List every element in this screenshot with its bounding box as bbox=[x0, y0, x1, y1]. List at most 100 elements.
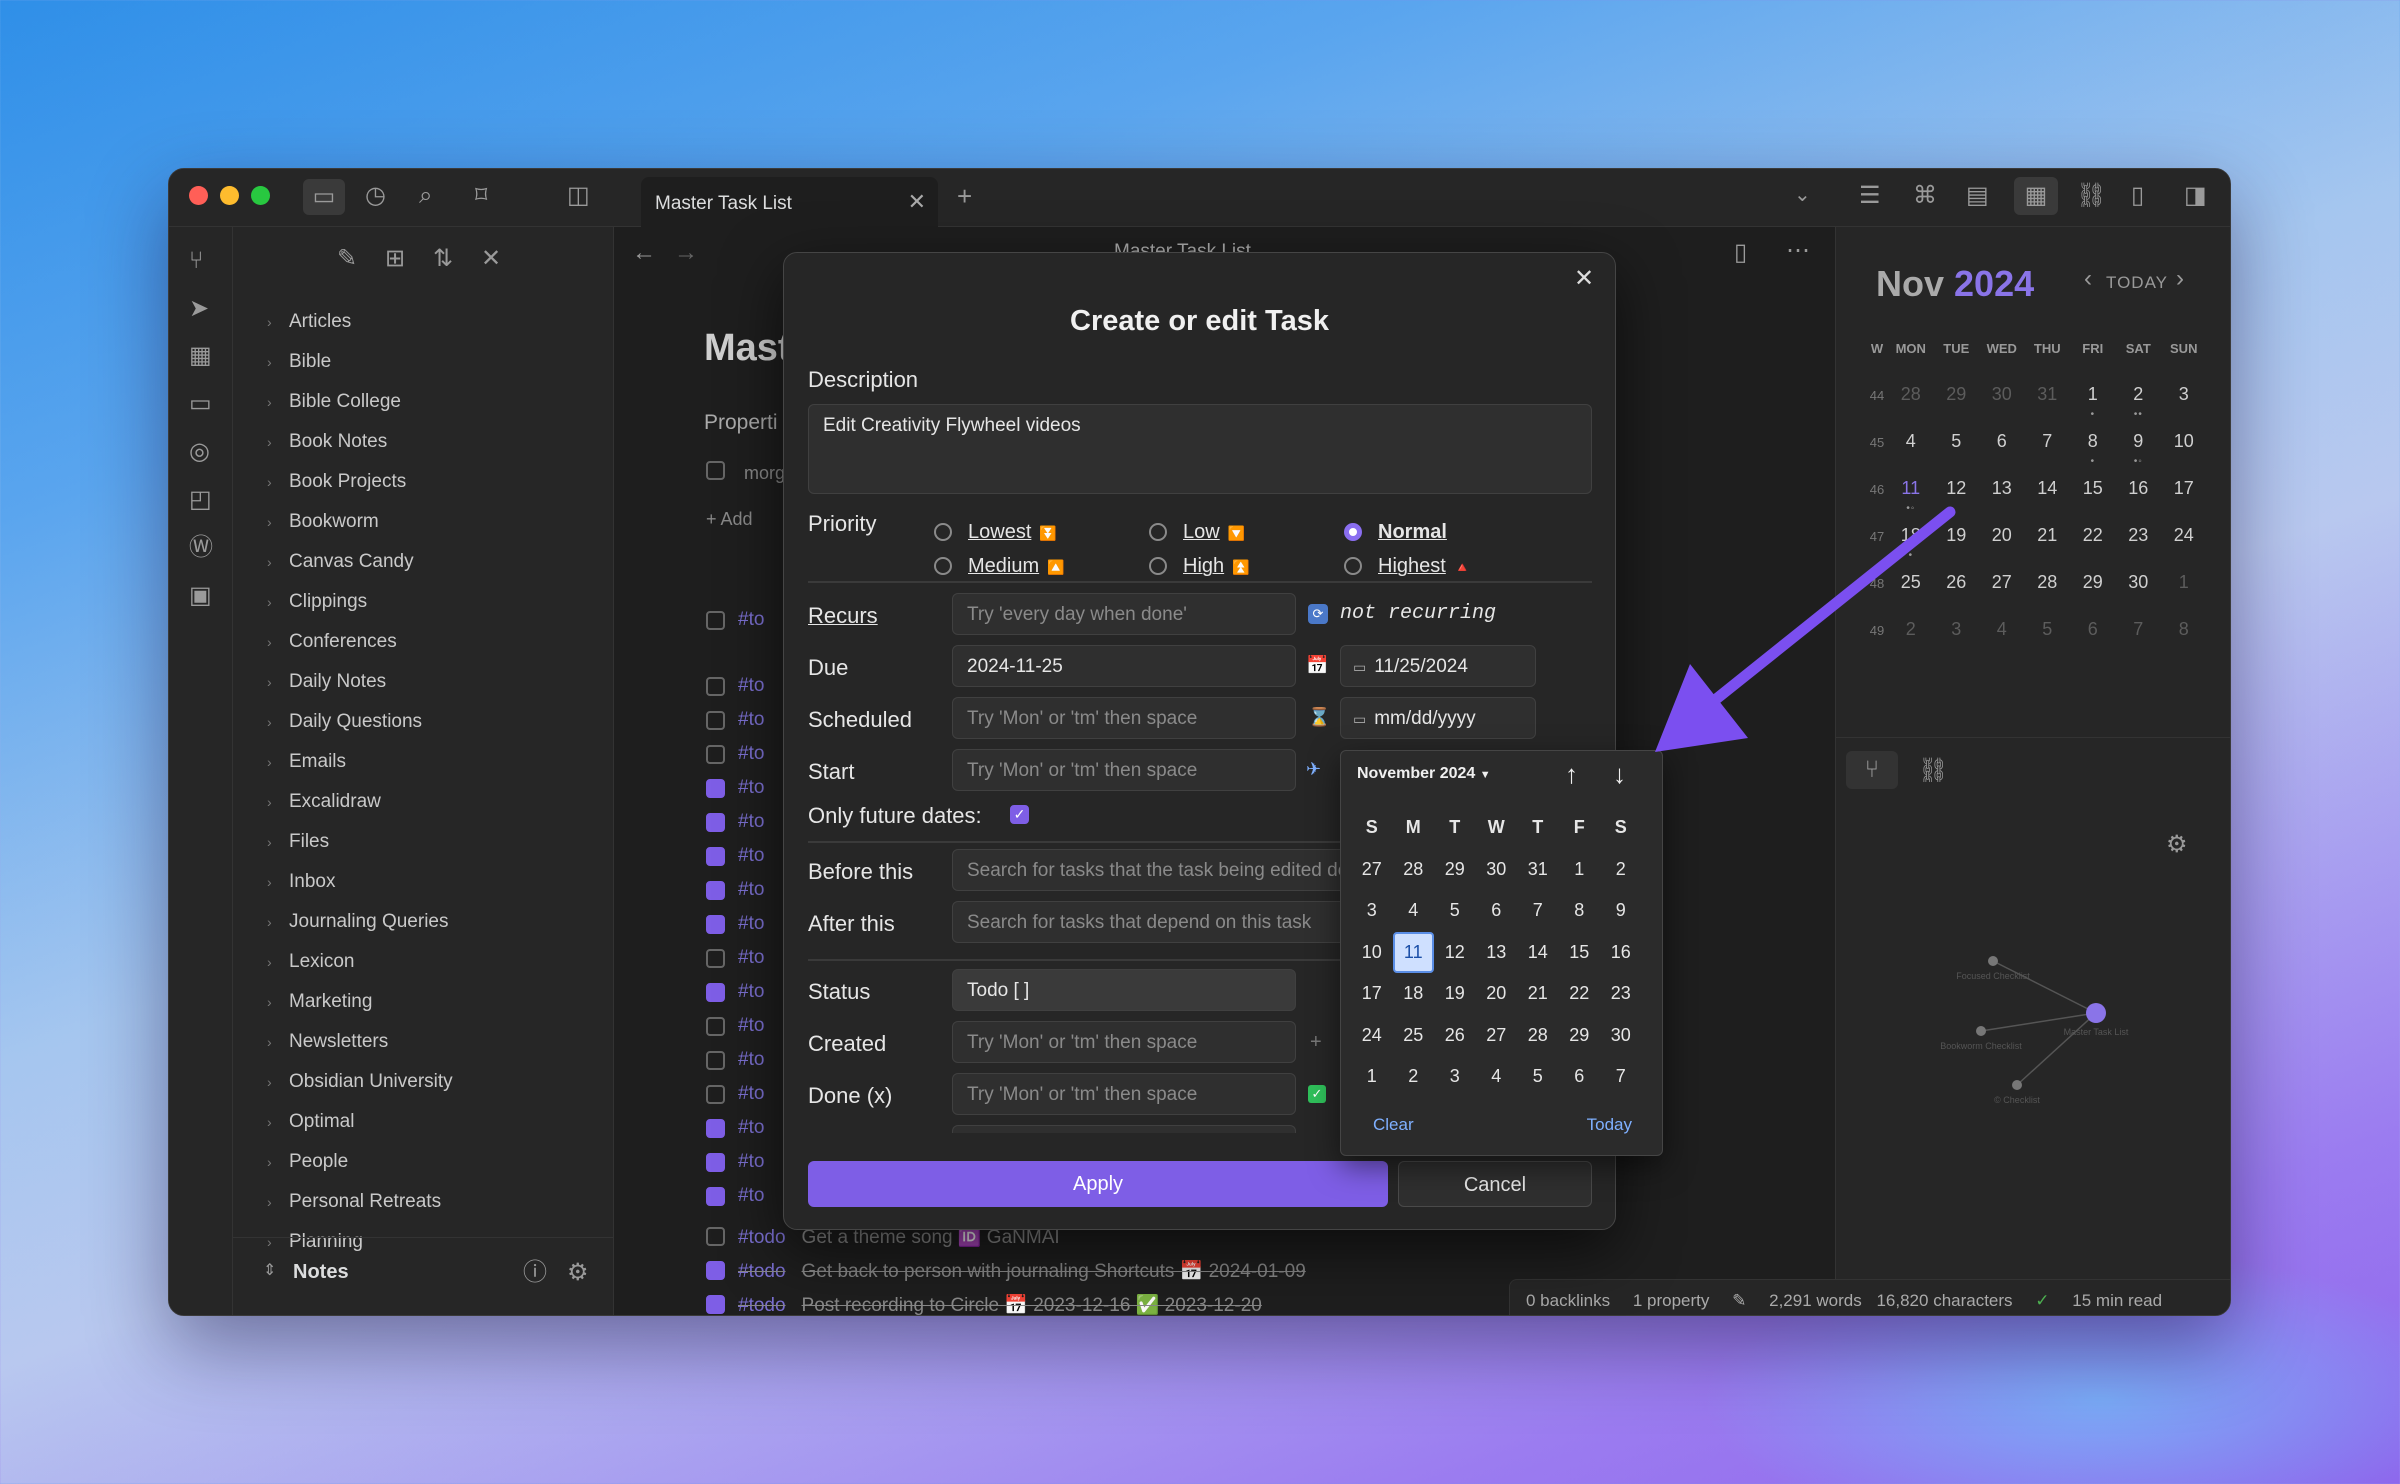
date-cell[interactable]: 18 bbox=[1393, 973, 1435, 1015]
date-cell[interactable]: 23 bbox=[1600, 973, 1642, 1015]
task-tag[interactable]: #to bbox=[738, 811, 764, 833]
date-cell[interactable]: 11 bbox=[1392, 931, 1434, 973]
calendar-day[interactable]: 2 •• bbox=[2116, 374, 2162, 421]
calendar-day[interactable]: 29 bbox=[1934, 374, 1980, 421]
folder-item[interactable]: › Marketing bbox=[267, 991, 372, 1013]
priority-radio-high[interactable] bbox=[1149, 557, 1167, 575]
tab-master-task-list[interactable]: Master Task List ✕ bbox=[641, 177, 938, 227]
date-cell[interactable]: 10 bbox=[1351, 932, 1393, 974]
priority-option-label[interactable]: Lowest ⏬ bbox=[968, 521, 1057, 544]
task-tag[interactable]: #to bbox=[738, 913, 764, 935]
calendar-day[interactable]: 24 bbox=[2161, 515, 2207, 562]
scheduled-date-picker-field[interactable]: ▭ mm/dd/yyyy bbox=[1340, 697, 1536, 739]
date-cell[interactable]: 13 bbox=[1476, 932, 1518, 974]
task-tag[interactable]: #to bbox=[738, 709, 764, 731]
sync-check-icon[interactable]: ✓ bbox=[2035, 1291, 2049, 1310]
priority-option-label[interactable]: Low 🔽 bbox=[1183, 521, 1245, 544]
calendar-day[interactable]: 6 bbox=[2070, 609, 2116, 656]
calendar-day[interactable]: 8 bbox=[2161, 609, 2207, 656]
calendar-day[interactable]: 3 bbox=[2161, 374, 2207, 421]
calendar-day[interactable]: 4 bbox=[1888, 421, 1934, 468]
calendar-day[interactable]: 17 bbox=[2161, 468, 2207, 515]
calendar-day[interactable]: 13 bbox=[1979, 468, 2025, 515]
task-tag[interactable]: #to bbox=[738, 1151, 764, 1173]
folder-item[interactable]: › Obsidian University bbox=[267, 1071, 453, 1093]
close-window-button[interactable] bbox=[189, 186, 208, 205]
task-tag[interactable]: #todo bbox=[738, 1295, 786, 1315]
week-number[interactable]: 49 bbox=[1866, 609, 1888, 656]
date-cell[interactable]: 16 bbox=[1600, 932, 1642, 974]
task-checkbox[interactable] bbox=[706, 1227, 725, 1246]
today-button[interactable]: TODAY bbox=[2106, 273, 2168, 293]
folder-item[interactable]: › Excalidraw bbox=[267, 791, 381, 813]
date-cell[interactable]: 27 bbox=[1351, 849, 1393, 891]
date-cell[interactable]: 4 bbox=[1476, 1056, 1518, 1098]
graph-node[interactable] bbox=[1988, 956, 1998, 966]
date-cell[interactable]: 30 bbox=[1476, 849, 1518, 891]
book-icon[interactable]: ▭ bbox=[189, 392, 212, 416]
task-checkbox[interactable] bbox=[706, 813, 725, 832]
calendar-day[interactable]: 20 bbox=[1979, 515, 2025, 562]
folder-item[interactable]: › Inbox bbox=[267, 871, 335, 893]
task-checkbox[interactable] bbox=[706, 1119, 725, 1138]
sort-icon[interactable]: ⇅ bbox=[433, 247, 453, 271]
date-cell[interactable]: 15 bbox=[1559, 932, 1601, 974]
date-cell[interactable]: 4 bbox=[1393, 890, 1435, 932]
prev-month-icon[interactable]: ‹ bbox=[2084, 267, 2092, 291]
task-checkbox[interactable] bbox=[706, 779, 725, 798]
calendar-day[interactable]: 28 bbox=[1888, 374, 1934, 421]
daily-note-icon[interactable]: ▣ bbox=[189, 584, 212, 608]
task-checkbox[interactable] bbox=[706, 745, 725, 764]
date-cell[interactable]: 6 bbox=[1476, 890, 1518, 932]
task-tag[interactable]: #to bbox=[738, 981, 764, 1003]
calendar-day[interactable]: 16 bbox=[2116, 468, 2162, 515]
priority-option-label[interactable]: Medium 🔼 bbox=[968, 555, 1065, 578]
status-select[interactable]: Todo [ ] bbox=[952, 969, 1296, 1011]
date-cell[interactable]: 26 bbox=[1434, 1015, 1476, 1057]
date-cell[interactable]: 29 bbox=[1559, 1015, 1601, 1057]
date-cell[interactable]: 7 bbox=[1600, 1056, 1642, 1098]
dashboard-icon[interactable]: ▦ bbox=[189, 344, 212, 368]
done-input[interactable]: Try 'Mon' or 'tm' then space bbox=[952, 1073, 1296, 1115]
date-cell[interactable]: 22 bbox=[1559, 973, 1601, 1015]
task-tag[interactable]: #to bbox=[738, 1185, 764, 1207]
settings-icon[interactable]: ⚙ bbox=[567, 1261, 589, 1285]
graph-view-icon[interactable]: ⑂ bbox=[1846, 751, 1898, 789]
calendar-day[interactable]: 8 • bbox=[2070, 421, 2116, 468]
new-folder-icon[interactable]: ⊞ bbox=[385, 247, 405, 271]
task-checkbox[interactable] bbox=[706, 1187, 725, 1206]
vault-switch-icon[interactable]: ⇕ bbox=[263, 1263, 276, 1279]
due-date-picker-field[interactable]: ▭ 11/25/2024 bbox=[1340, 645, 1536, 687]
priority-radio-highest[interactable] bbox=[1344, 557, 1362, 575]
previous-month-arrow-icon[interactable]: ↑ bbox=[1565, 761, 1578, 787]
task-checkbox[interactable] bbox=[706, 611, 725, 630]
date-cell[interactable]: 27 bbox=[1476, 1015, 1518, 1057]
task-row[interactable]: #todo Post recording to Circle 📅 2023-12-… bbox=[738, 1293, 1262, 1315]
more-options-icon[interactable]: ⋯ bbox=[1786, 239, 1810, 263]
task-checkbox[interactable] bbox=[706, 915, 725, 934]
minimize-window-button[interactable] bbox=[220, 186, 239, 205]
task-tag[interactable]: #todo bbox=[738, 1261, 786, 1282]
send-icon[interactable]: ➤ bbox=[189, 297, 209, 321]
calendar-day[interactable]: 1 • bbox=[2070, 374, 2116, 421]
folder-item[interactable]: › Emails bbox=[267, 751, 346, 773]
task-checkbox[interactable] bbox=[706, 711, 725, 730]
folder-item[interactable]: › Optimal bbox=[267, 1111, 354, 1133]
task-checkbox[interactable] bbox=[706, 983, 725, 1002]
date-cell[interactable]: 5 bbox=[1434, 890, 1476, 932]
future-dates-checkbox[interactable]: ✓ bbox=[1010, 805, 1029, 824]
folder-item[interactable]: › Daily Questions bbox=[267, 711, 422, 733]
calendar-day[interactable]: 14 bbox=[2025, 468, 2071, 515]
calendar-day[interactable]: 11 •◦ bbox=[1888, 468, 1934, 515]
task-tag[interactable]: #to bbox=[738, 777, 764, 799]
folder-item[interactable]: › Planning bbox=[267, 1231, 363, 1253]
calendar-day[interactable]: 9 •◦ bbox=[2116, 421, 2162, 468]
calendar-day[interactable]: 3 bbox=[1934, 609, 1980, 656]
clock-icon[interactable]: ◷ bbox=[365, 184, 386, 208]
tags-icon[interactable]: ⌘ bbox=[1913, 184, 1937, 208]
next-month-arrow-icon[interactable]: ↓ bbox=[1613, 761, 1626, 787]
calendar-icon[interactable]: ▦ bbox=[2014, 177, 2058, 215]
calendar-day[interactable]: 18 • bbox=[1888, 515, 1934, 562]
folder-item[interactable]: › Canvas Candy bbox=[267, 551, 414, 573]
date-cell[interactable]: 7 bbox=[1517, 890, 1559, 932]
